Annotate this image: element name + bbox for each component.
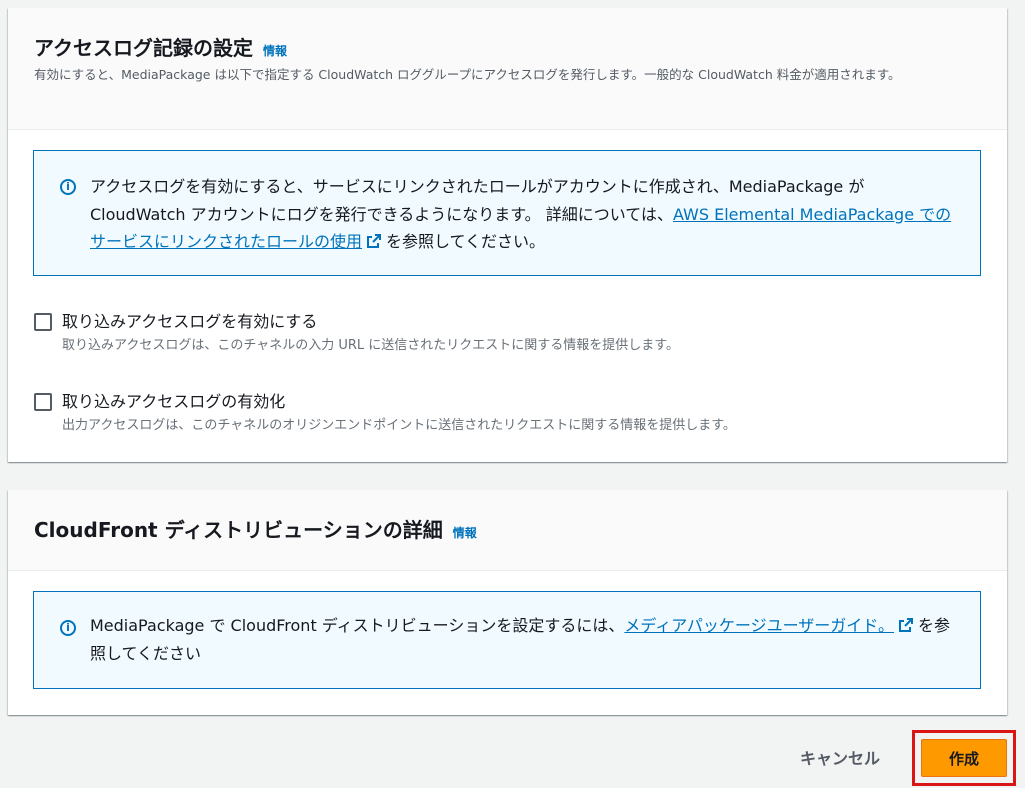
panel-title: アクセスログ記録の設定 xyxy=(34,36,253,60)
ingest-log-checkbox[interactable] xyxy=(34,313,52,331)
panel-header: CloudFront ディストリビューションの詳細 情報 xyxy=(8,490,1007,571)
info-icon: i xyxy=(60,620,76,636)
create-button[interactable]: 作成 xyxy=(921,739,1007,777)
cloudfront-panel: CloudFront ディストリビューションの詳細 情報 i MediaPacka… xyxy=(8,490,1007,715)
panel-title-row: アクセスログ記録の設定 情報 xyxy=(34,32,981,61)
user-guide-link[interactable]: メディアパッケージユーザーガイド。 xyxy=(624,616,894,635)
info-alert: i アクセスログを有効にすると、サービスにリンクされたロールがアカウントに作成さ… xyxy=(33,150,981,276)
panel-title: CloudFront ディストリビューションの詳細 xyxy=(34,518,443,542)
egress-log-label[interactable]: 取り込みアクセスログの有効化 xyxy=(62,388,285,412)
alert-text: アクセスログを有効にすると、サービスにリンクされたロールがアカウントに作成され、… xyxy=(90,173,956,256)
info-icon: i xyxy=(60,179,76,195)
panel-header: アクセスログ記録の設定 情報 有効にすると、MediaPackage は以下で指定… xyxy=(8,8,1007,130)
cancel-button[interactable]: キャンセル xyxy=(782,742,898,774)
ingest-log-description: 取り込みアクセスログは、このチャネルの入力 URL に送信されたリクエストに関す… xyxy=(62,338,679,353)
external-link-icon[interactable] xyxy=(898,617,914,633)
ingest-log-label[interactable]: 取り込みアクセスログを有効にする xyxy=(62,308,317,332)
external-link-icon[interactable] xyxy=(366,233,382,249)
info-link[interactable]: 情報 xyxy=(453,526,477,540)
alert-text: MediaPackage で CloudFront ディストリビューションを設定… xyxy=(90,612,956,667)
egress-log-description: 出力アクセスログは、このチャネルのオリジンエンドポイントに送信されたリクエストに… xyxy=(62,418,736,433)
info-alert: i MediaPackage で CloudFront ディストリビューションを… xyxy=(33,591,981,689)
access-logging-panel: アクセスログ記録の設定 情報 有効にすると、MediaPackage は以下で指定… xyxy=(8,8,1007,462)
alert-text-before: MediaPackage で CloudFront ディストリビューションを設定… xyxy=(90,616,625,635)
panel-description: 有効にすると、MediaPackage は以下で指定する CloudWatch … xyxy=(34,67,901,82)
alert-text-after: を参照してください。 xyxy=(386,232,546,251)
egress-log-checkbox[interactable] xyxy=(34,393,52,411)
info-link[interactable]: 情報 xyxy=(263,44,287,58)
